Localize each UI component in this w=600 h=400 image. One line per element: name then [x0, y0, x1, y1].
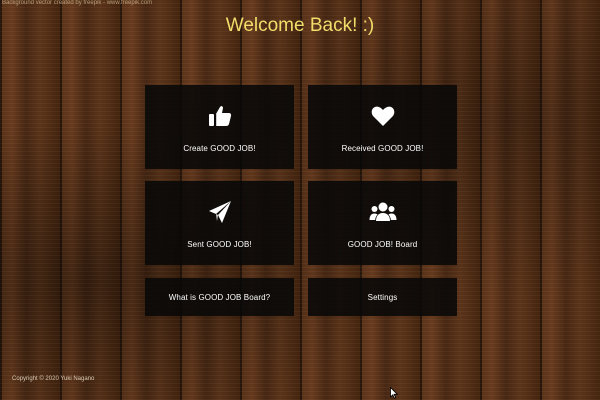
mouse-cursor-icon	[390, 387, 398, 399]
create-good-job-button[interactable]: Create GOOD JOB!	[145, 85, 294, 169]
heart-icon	[369, 102, 397, 130]
page-title: Welcome Back! :)	[225, 15, 375, 36]
sent-good-job-button[interactable]: Sent GOOD JOB!	[145, 181, 294, 265]
tile-label: Create GOOD JOB!	[183, 143, 256, 153]
tile-label: Received GOOD JOB!	[341, 143, 424, 153]
tile-label: Sent GOOD JOB!	[187, 239, 252, 249]
tile-label: What is GOOD JOB Board?	[168, 292, 271, 302]
tile-label: GOOD JOB! Board	[347, 239, 418, 249]
background-credit: Background vector created by freepik - w…	[2, 0, 153, 6]
thumbs-up-icon	[206, 102, 234, 130]
received-good-job-button[interactable]: Received GOOD JOB!	[308, 85, 457, 169]
users-icon	[369, 198, 397, 226]
what-is-good-job-board-button[interactable]: What is GOOD JOB Board?	[145, 278, 294, 316]
good-job-board-button[interactable]: GOOD JOB! Board	[308, 181, 457, 265]
copyright-footer: Copyright © 2020 Yuki Nagano	[12, 376, 95, 382]
paper-plane-icon	[206, 198, 234, 226]
wood-background	[0, 0, 600, 400]
settings-button[interactable]: Settings	[308, 278, 457, 316]
tile-label: Settings	[367, 292, 398, 302]
